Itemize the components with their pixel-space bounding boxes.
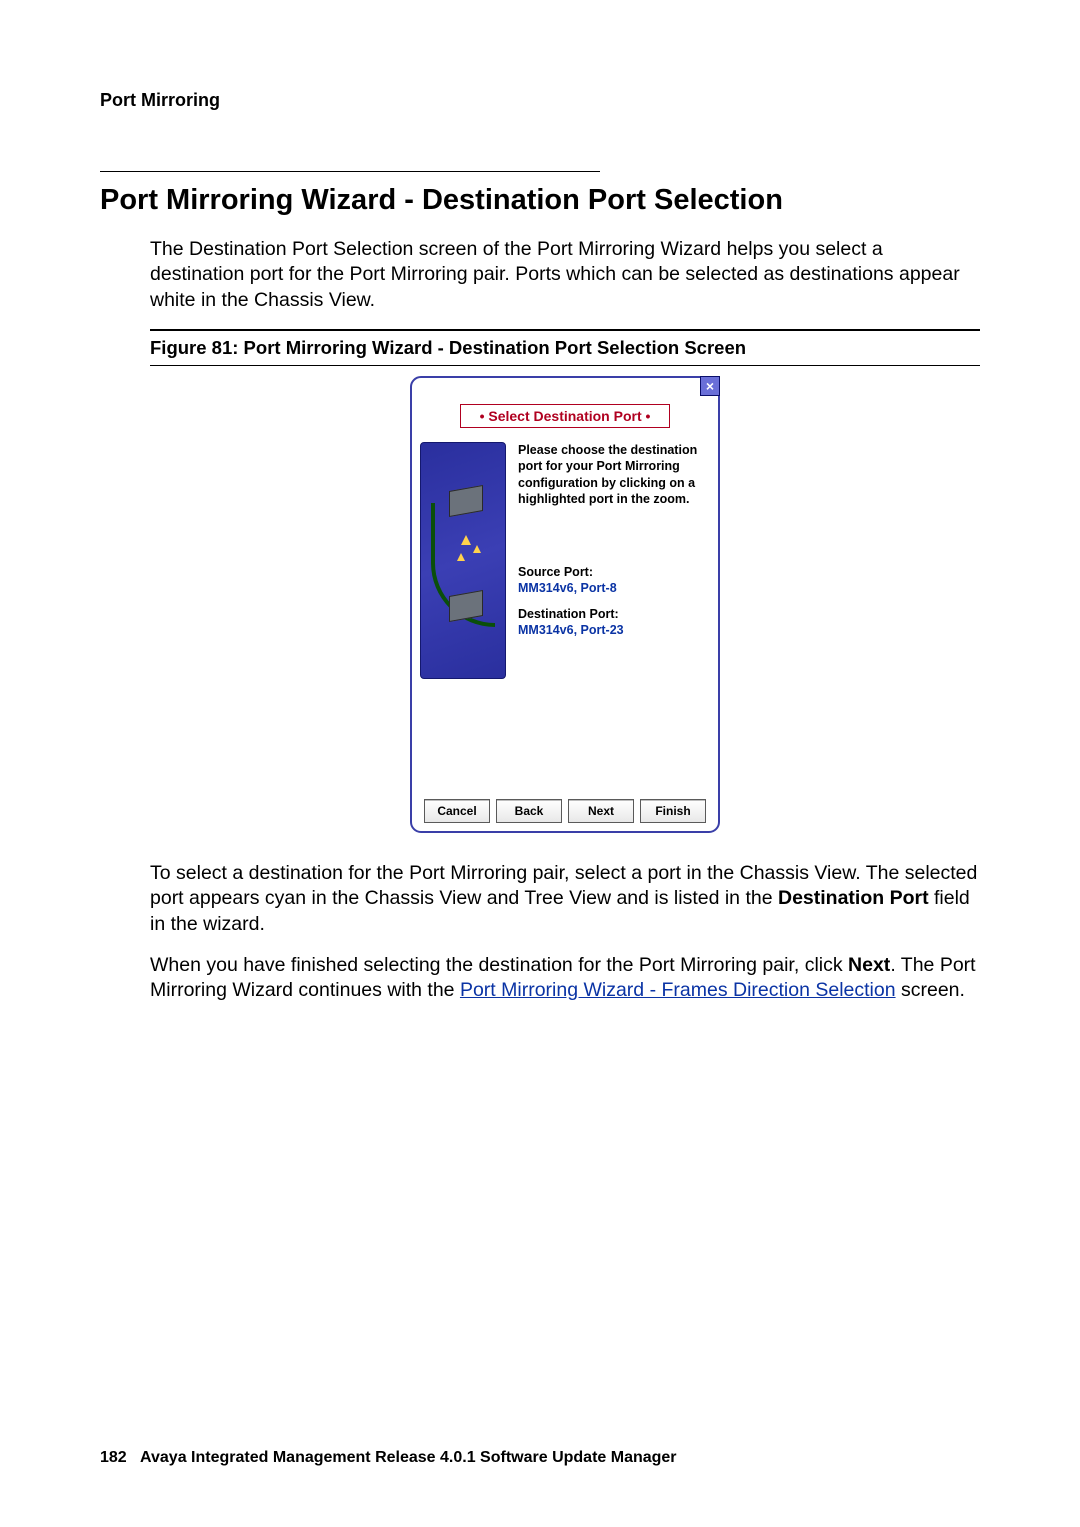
destination-port-label: Destination Port: (518, 607, 710, 621)
spark-icon (461, 535, 471, 545)
figure-rule-bottom (150, 365, 980, 366)
heading-rule (100, 171, 600, 172)
paragraph-select-destination: To select a destination for the Port Mir… (150, 861, 980, 937)
source-port-value: MM314v6, Port-8 (518, 581, 710, 595)
figure-rule-top (150, 329, 980, 331)
paragraph-next-step: When you have finished selecting the des… (150, 953, 980, 1004)
spark-icon (473, 545, 481, 553)
wizard-instruction: Please choose the destination port for y… (518, 442, 710, 507)
footer-text: Avaya Integrated Management Release 4.0.… (140, 1449, 676, 1466)
wizard-dialog: × • Select Destination Port • Please cho… (410, 376, 720, 833)
back-button[interactable]: Back (496, 799, 562, 823)
page-number: 182 (100, 1449, 127, 1466)
frames-direction-link[interactable]: Port Mirroring Wizard - Frames Direction… (460, 979, 896, 1001)
destination-port-value: MM314v6, Port-23 (518, 623, 710, 637)
page-section-header: Port Mirroring (100, 90, 980, 111)
text-span: When you have finished selecting the des… (150, 954, 848, 976)
cancel-button[interactable]: Cancel (424, 799, 490, 823)
wizard-illustration (420, 442, 506, 679)
page-footer: 182 Avaya Integrated Management Release … (100, 1449, 677, 1467)
next-bold: Next (848, 954, 890, 976)
next-button[interactable]: Next (568, 799, 634, 823)
text-span: screen. (896, 979, 965, 1001)
spark-icon (457, 553, 465, 561)
page-title: Port Mirroring Wizard - Destination Port… (100, 184, 980, 217)
destination-port-bold: Destination Port (778, 887, 929, 909)
close-icon[interactable]: × (700, 376, 720, 396)
source-port-label: Source Port: (518, 565, 710, 579)
intro-paragraph: The Destination Port Selection screen of… (150, 237, 980, 313)
finish-button[interactable]: Finish (640, 799, 706, 823)
figure-caption: Figure 81: Port Mirroring Wizard - Desti… (150, 337, 980, 359)
wizard-banner: • Select Destination Port • (460, 404, 670, 428)
